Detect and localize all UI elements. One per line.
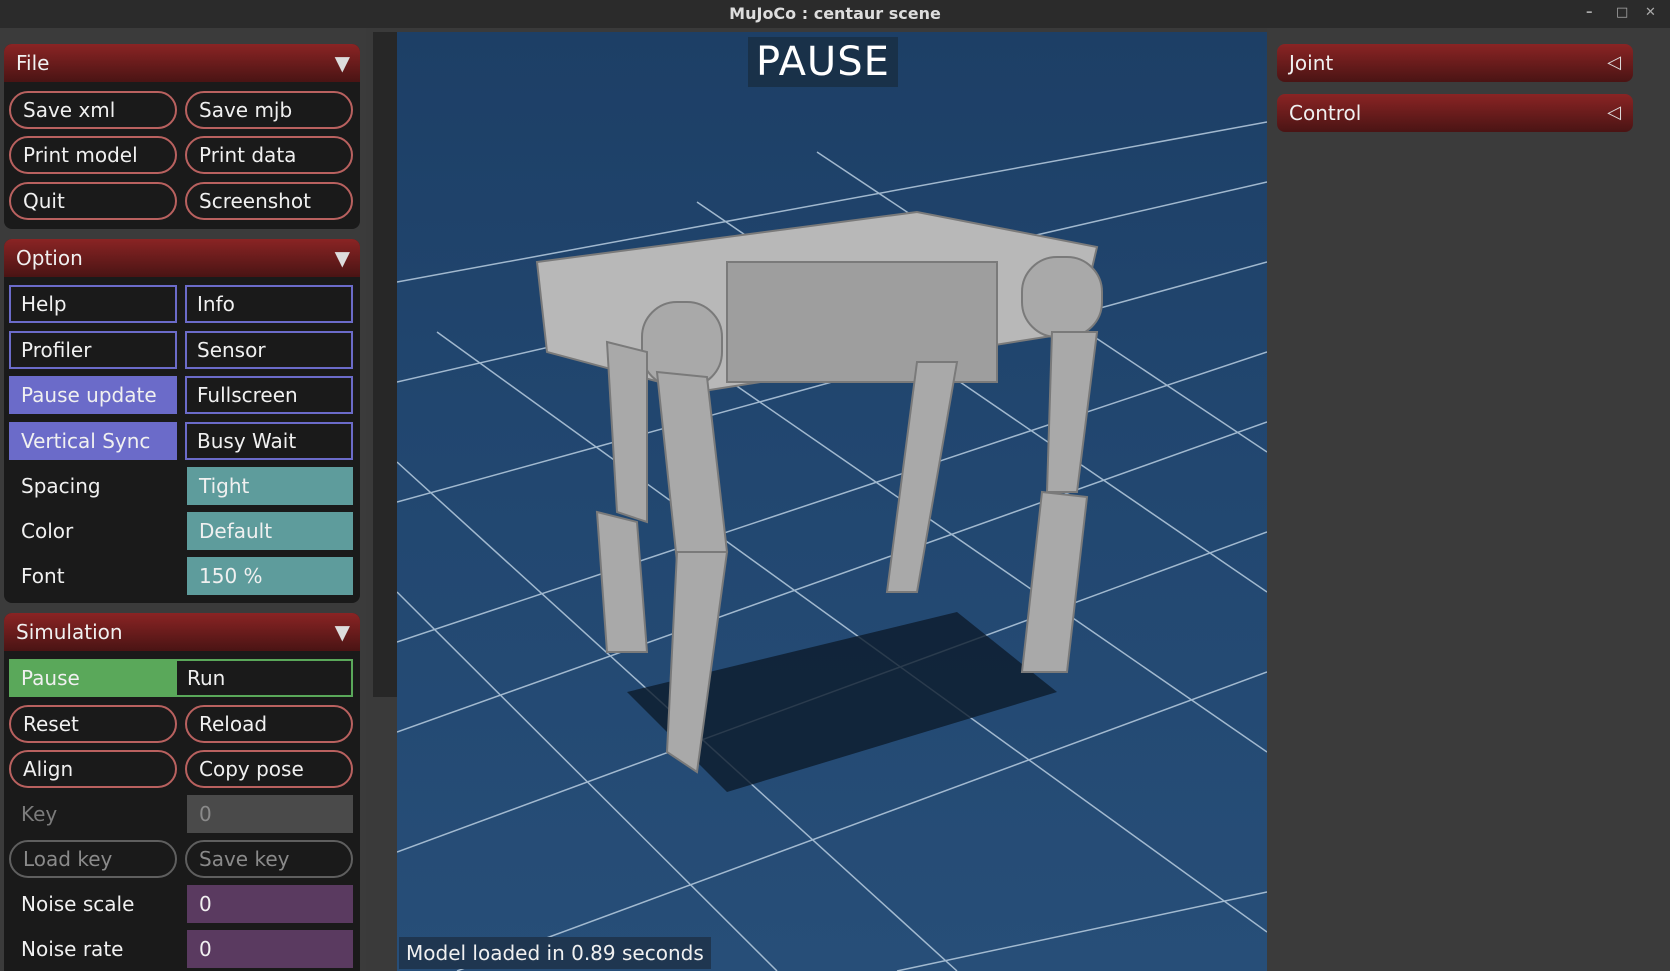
key-slider[interactable]: 0 (187, 795, 353, 833)
load-key-button[interactable]: Load key (9, 840, 177, 878)
joint-panel-header[interactable]: Joint ◁ (1277, 44, 1633, 82)
font-select[interactable]: 150 % (187, 557, 353, 595)
simulation-panel-header[interactable]: Simulation ▼ (4, 613, 360, 651)
color-label: Color (21, 519, 74, 543)
print-model-button[interactable]: Print model (9, 136, 177, 174)
profiler-checkbox[interactable]: Profiler (9, 331, 177, 369)
align-button[interactable]: Align (9, 750, 177, 788)
noise-scale-field[interactable]: 0 (187, 885, 353, 923)
scene-render (397, 121, 1267, 971)
spacing-select[interactable]: Tight (187, 467, 353, 505)
pause-update-checkbox[interactable]: Pause update (9, 376, 177, 414)
save-mjb-button[interactable]: Save mjb (185, 91, 353, 129)
option-panel-title: Option (16, 246, 83, 270)
reset-button[interactable]: Reset (9, 705, 177, 743)
vertical-sync-checkbox[interactable]: Vertical Sync (9, 422, 177, 460)
left-panel-scrollbar[interactable] (373, 32, 397, 697)
sensor-checkbox[interactable]: Sensor (185, 331, 353, 369)
scene-viewport[interactable]: PAUSE Model loaded in 0.89 seconds (397, 32, 1267, 971)
save-xml-button[interactable]: Save xml (9, 91, 177, 129)
load-status-label: Model loaded in 0.89 seconds (399, 937, 711, 969)
copy-pose-button[interactable]: Copy pose (185, 750, 353, 788)
control-panel-title: Control (1289, 101, 1362, 125)
noise-scale-label: Noise scale (21, 892, 135, 916)
run-mode-radio: Pause Run (9, 659, 353, 697)
print-data-button[interactable]: Print data (185, 136, 353, 174)
screenshot-button[interactable]: Screenshot (185, 182, 353, 220)
option-panel: Option ▼ Help Info Profiler Sensor Pause… (4, 239, 360, 603)
info-checkbox[interactable]: Info (185, 285, 353, 323)
busy-wait-checkbox[interactable]: Busy Wait (185, 422, 353, 460)
color-select[interactable]: Default (187, 512, 353, 550)
joint-panel-title: Joint (1289, 51, 1334, 75)
simulation-panel-title: Simulation (16, 620, 123, 644)
pause-overlay-label: PAUSE (748, 37, 898, 87)
noise-rate-field[interactable]: 0 (187, 930, 353, 968)
fullscreen-checkbox[interactable]: Fullscreen (185, 376, 353, 414)
window-title: MuJoCo : centaur scene (729, 4, 941, 23)
control-panel-header[interactable]: Control ◁ (1277, 94, 1633, 132)
collapse-down-icon: ▼ (334, 51, 350, 75)
left-ui-column: File ▼ Save xml Save mjb Print model Pri… (0, 28, 366, 971)
spacing-label: Spacing (21, 474, 101, 498)
minimize-icon[interactable]: – (1586, 0, 1593, 28)
close-icon[interactable]: ✕ (1645, 0, 1656, 28)
file-panel: File ▼ Save xml Save mjb Print model Pri… (4, 44, 360, 229)
reload-button[interactable]: Reload (185, 705, 353, 743)
noise-rate-label: Noise rate (21, 937, 124, 961)
help-checkbox[interactable]: Help (9, 285, 177, 323)
file-panel-title: File (16, 51, 50, 75)
collapse-down-icon: ▼ (334, 620, 350, 644)
option-panel-header[interactable]: Option ▼ (4, 239, 360, 277)
simulation-panel: Simulation ▼ Pause Run Reset Reload Alig… (4, 613, 360, 971)
file-panel-header[interactable]: File ▼ (4, 44, 360, 82)
collapse-left-icon: ◁ (1607, 102, 1621, 123)
run-radio-option[interactable]: Run (177, 661, 351, 695)
right-ui-column: Joint ◁ Control ◁ (1267, 28, 1670, 971)
window-titlebar: MuJoCo : centaur scene – □ ✕ (0, 0, 1670, 28)
quit-button[interactable]: Quit (9, 182, 177, 220)
pause-radio-option[interactable]: Pause (11, 661, 177, 695)
collapse-left-icon: ◁ (1607, 52, 1621, 73)
maximize-icon[interactable]: □ (1616, 0, 1628, 28)
font-label: Font (21, 564, 65, 588)
key-label: Key (21, 802, 58, 826)
collapse-down-icon: ▼ (334, 246, 350, 270)
save-key-button[interactable]: Save key (185, 840, 353, 878)
